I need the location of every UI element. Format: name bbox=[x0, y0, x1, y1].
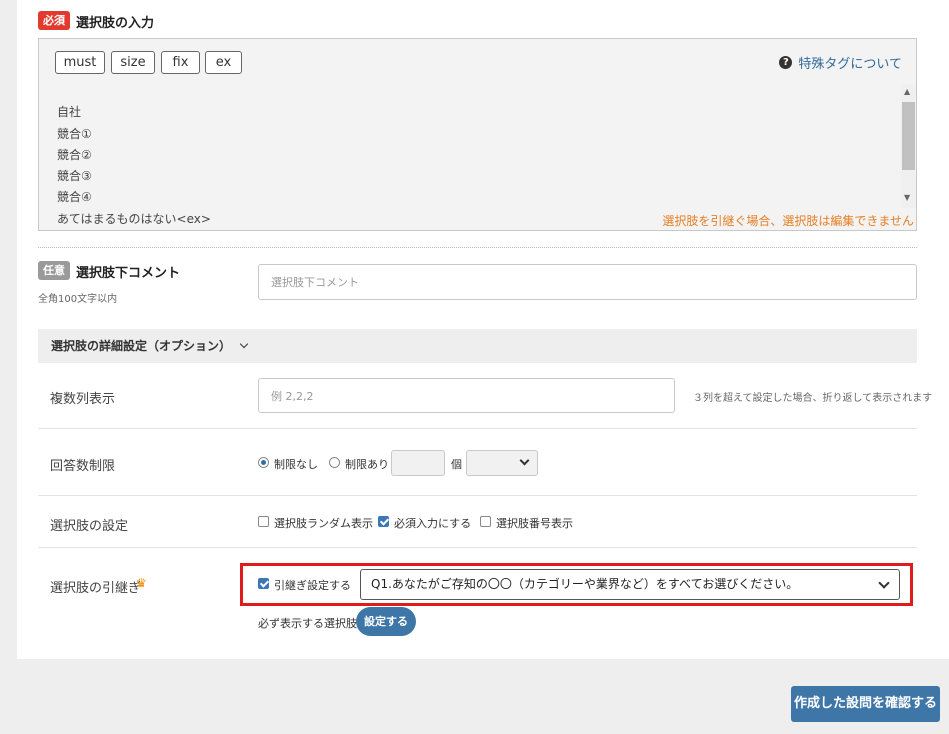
inherit-checkbox-label: 引継ぎ設定する bbox=[274, 579, 351, 592]
chevron-down-icon bbox=[239, 339, 249, 349]
help-link-label: 特殊タグについて bbox=[798, 57, 902, 72]
choice-line: 競合③ bbox=[57, 169, 92, 183]
comment-placeholder: 選択肢下コメント bbox=[271, 276, 359, 289]
numbering-label: 選択肢番号表示 bbox=[496, 517, 573, 530]
set-button[interactable]: 設定する bbox=[356, 607, 416, 636]
confirm-question-button[interactable]: 作成した設問を確認する bbox=[791, 686, 940, 722]
detail-settings-toggle[interactable]: 選択肢の詳細設定（オプション） bbox=[38, 329, 917, 363]
tag-button-must[interactable]: must bbox=[55, 51, 105, 74]
with-limit-radio[interactable] bbox=[329, 457, 340, 468]
no-limit-radio[interactable] bbox=[258, 457, 269, 468]
scroll-up-icon[interactable]: ▲ bbox=[904, 87, 910, 96]
answer-limit-label: 回答数制限 bbox=[50, 459, 116, 474]
random-label: 選択肢ランダム表示 bbox=[274, 517, 373, 530]
numbering-checkbox[interactable] bbox=[480, 516, 491, 527]
comment-title: 選択肢下コメント bbox=[76, 266, 181, 281]
comment-char-limit: 全角100文字以内 bbox=[38, 294, 118, 305]
special-tags-help-link[interactable]: ? 特殊タグについて bbox=[779, 53, 902, 72]
inherit-label: 選択肢の引継ぎ bbox=[50, 581, 142, 596]
choice-line: 競合④ bbox=[57, 190, 92, 204]
question-icon: ? bbox=[779, 56, 793, 69]
tag-button-size[interactable]: size bbox=[111, 51, 155, 74]
must-show-label: 必ず表示する選択肢 bbox=[258, 617, 357, 630]
columns-placeholder: 例 2,2,2 bbox=[271, 389, 314, 403]
choices-scrollbar[interactable]: ▲ ▼ bbox=[901, 84, 916, 208]
inherit-question-select[interactable]: Q1.あなたがご存知の〇〇（カテゴリーや業界など）をすべてお選びください。 bbox=[360, 569, 900, 600]
divider bbox=[38, 547, 917, 548]
chevron-down-icon bbox=[878, 577, 890, 589]
required-badge: 必須 bbox=[38, 11, 70, 30]
divider bbox=[38, 247, 917, 248]
choice-line: あてはまるものはない<ex> bbox=[57, 212, 211, 226]
limit-unit: 個 bbox=[451, 458, 462, 471]
choice-line: 競合① bbox=[57, 127, 92, 141]
crown-icon: ♛ bbox=[136, 576, 147, 590]
divider bbox=[38, 495, 917, 496]
required-checkbox[interactable] bbox=[378, 516, 389, 527]
columns-input[interactable]: 例 2,2,2 bbox=[258, 378, 675, 413]
required-label: 必須入力にする bbox=[394, 517, 472, 530]
detail-settings-title: 選択肢の詳細設定（オプション） bbox=[51, 339, 232, 353]
choices-editor: must size fix ex ? 特殊タグについて 自社 競合① 競合② 競… bbox=[38, 38, 917, 231]
tag-button-fix[interactable]: fix bbox=[161, 51, 200, 74]
limit-count-input[interactable] bbox=[391, 450, 445, 476]
choices-textarea[interactable]: 自社 競合① 競合② 競合③ 競合④ あてはまるものはない<ex> ▲ ▼ 選択… bbox=[39, 84, 916, 230]
chevron-down-icon bbox=[519, 455, 530, 466]
scroll-down-icon[interactable]: ▼ bbox=[904, 193, 910, 202]
with-limit-label: 制限あり bbox=[345, 458, 389, 471]
choice-comment-input[interactable]: 選択肢下コメント bbox=[258, 264, 917, 300]
columns-note: ３列を超えて設定した場合、折り返して表示されます bbox=[693, 393, 933, 404]
divider bbox=[38, 428, 917, 429]
columns-label: 複数列表示 bbox=[50, 392, 116, 407]
limit-type-select[interactable] bbox=[466, 450, 538, 476]
choices-title: 選択肢の入力 bbox=[76, 16, 155, 31]
choice-line: 競合② bbox=[57, 148, 92, 162]
choice-settings-label: 選択肢の設定 bbox=[50, 519, 129, 534]
no-limit-label: 制限なし bbox=[274, 458, 318, 471]
random-checkbox[interactable] bbox=[258, 516, 269, 527]
choice-line: 自社 bbox=[57, 105, 82, 119]
optional-badge: 任意 bbox=[38, 261, 70, 280]
inherit-warning: 選択肢を引継ぐ場合、選択肢は編集できません bbox=[662, 214, 914, 228]
scroll-thumb[interactable] bbox=[902, 102, 915, 170]
inherit-checkbox[interactable] bbox=[258, 578, 269, 589]
tag-button-ex[interactable]: ex bbox=[205, 51, 242, 74]
selected-question: Q1.あなたがご存知の〇〇（カテゴリーや業界など）をすべてお選びください。 bbox=[371, 577, 799, 591]
